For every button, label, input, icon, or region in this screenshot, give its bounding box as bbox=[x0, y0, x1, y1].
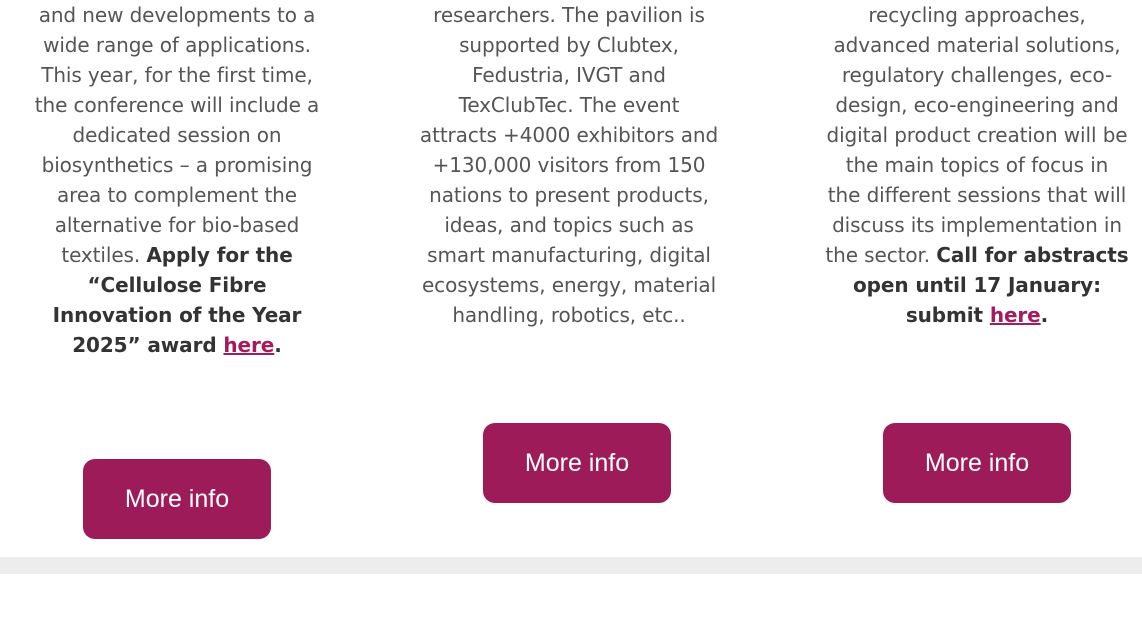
abstracts-callout: Call for abstracts bbox=[936, 243, 1129, 267]
article-column-2: researchers. The pavilion is supported b… bbox=[378, 0, 760, 503]
article-text-3: recycling approaches, advanced material … bbox=[825, 3, 1129, 327]
article-text-2: researchers. The pavilion is supported b… bbox=[419, 3, 719, 327]
article-column-3: recycling approaches, advanced material … bbox=[790, 0, 1142, 503]
submit-here-link[interactable]: here bbox=[990, 303, 1041, 327]
more-info-button-2[interactable]: More info bbox=[483, 423, 671, 503]
section-divider bbox=[0, 557, 1142, 574]
article-column-1: and new developments to a wide range of … bbox=[0, 0, 354, 539]
article-text-1: and new developments to a wide range of … bbox=[34, 3, 320, 357]
more-info-button-3[interactable]: More info bbox=[883, 423, 1071, 503]
more-info-button-1[interactable]: More info bbox=[83, 459, 271, 539]
award-callout: Apply for the bbox=[146, 243, 293, 267]
award-here-link[interactable]: here bbox=[223, 333, 274, 357]
